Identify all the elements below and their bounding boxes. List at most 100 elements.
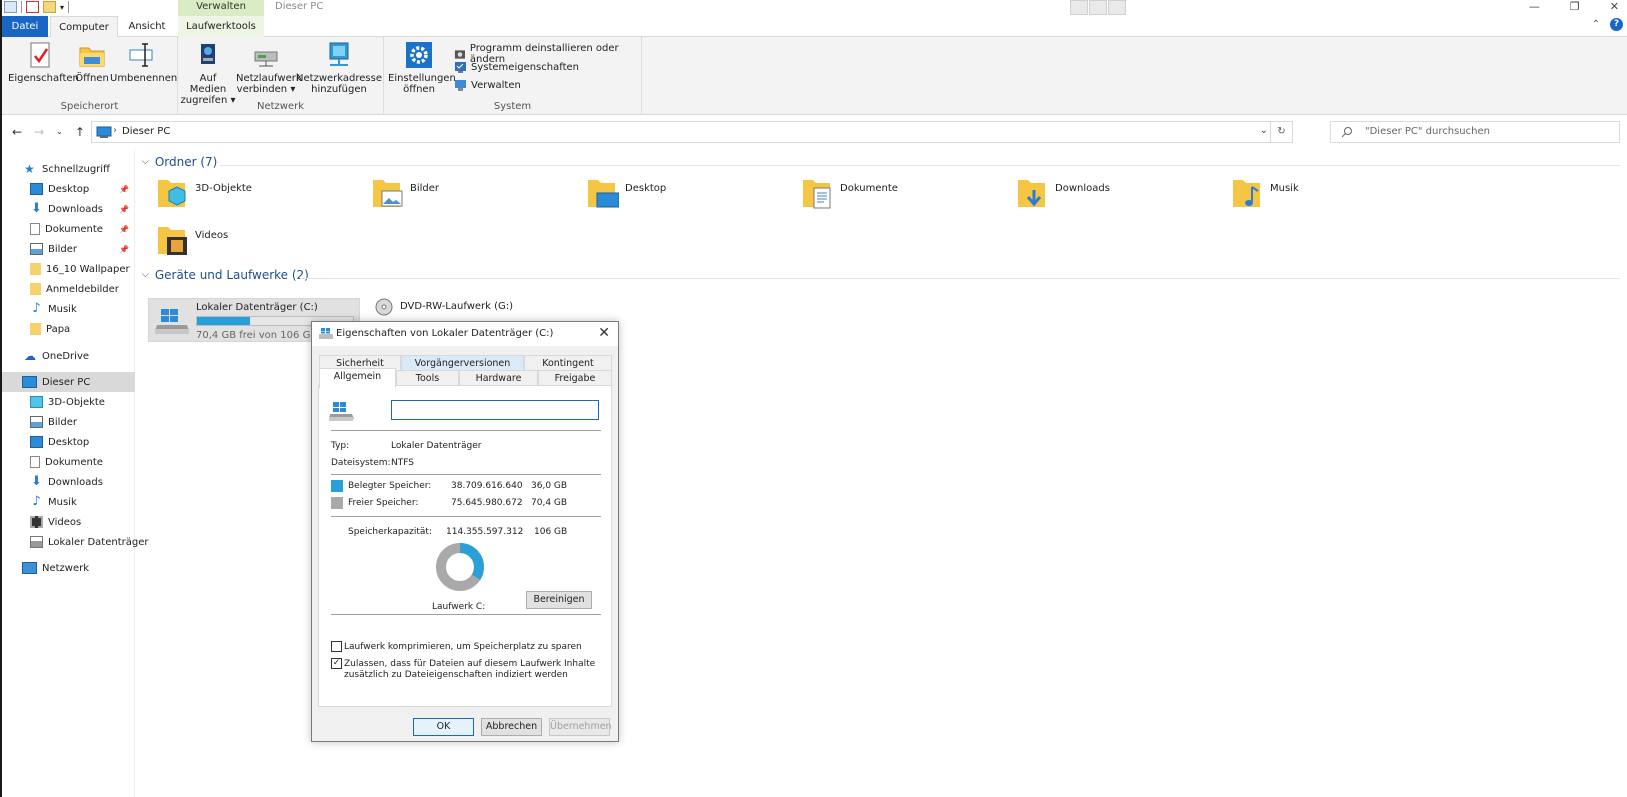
- music-note-icon: ♪: [32, 494, 41, 509]
- nav-label: Dieser PC: [42, 376, 91, 388]
- nav-label: Downloads: [48, 203, 103, 215]
- bereinigen-button[interactable]: Bereinigen: [526, 591, 592, 609]
- netzwerkadresse-button[interactable]: Netzwerkadresse hinzufügen: [296, 40, 382, 95]
- auf-medien-button[interactable]: Auf Medien zugreifen ▾: [180, 40, 236, 106]
- folder-musik[interactable]: Musik: [1215, 175, 1415, 219]
- folder-desktop[interactable]: Desktop: [570, 175, 770, 219]
- separator: [331, 430, 601, 431]
- nav-item-dieser-pc[interactable]: Dieser PC: [2, 372, 135, 392]
- nav-item-anmeldebilder[interactable]: Anmeldebilder: [2, 279, 135, 299]
- tab-ansicht[interactable]: Ansicht: [122, 16, 172, 37]
- back-arrow-icon[interactable]: ←: [12, 125, 22, 139]
- close-icon[interactable]: ✕: [598, 325, 610, 341]
- navigation-pane: ★ Schnellzugriff Desktop 📌 ⬇ Downloads 📌 Dok…: [2, 149, 149, 797]
- compress-checkbox[interactable]: [331, 641, 342, 652]
- recent-chevron-icon[interactable]: ⌄: [56, 125, 63, 139]
- ok-button[interactable]: OK: [413, 718, 474, 736]
- nav-item-papa[interactable]: Papa: [2, 319, 135, 339]
- pin-icon[interactable]: 📌: [119, 205, 129, 214]
- nav-item-onedrive[interactable]: ☁ OneDrive: [2, 346, 135, 366]
- expand-icon[interactable]: [1089, 0, 1107, 15]
- nav-item-dokumente[interactable]: Dokumente 📌: [2, 219, 135, 239]
- nav-item-schnellzugriff[interactable]: ★ Schnellzugriff: [2, 159, 135, 179]
- umbenennen-button[interactable]: Umbenennen: [110, 40, 177, 84]
- pin-icon[interactable]: 📌: [119, 185, 129, 194]
- tab-hardware[interactable]: Hardware: [459, 370, 538, 386]
- nav-item-bilder-pc[interactable]: Bilder: [2, 412, 135, 432]
- drive-dvd[interactable]: DVD-RW-Laufwerk (G:): [370, 298, 570, 318]
- dialog-title-bar[interactable]: Eigenschaften von Lokaler Datenträger (C…: [312, 322, 618, 346]
- tab-vorgaengerversionen[interactable]: Vorgängerversionen: [401, 355, 524, 371]
- nav-item-videos[interactable]: Videos: [2, 512, 135, 532]
- dvd-drive-icon: [375, 298, 393, 316]
- properties-icon: [30, 42, 50, 68]
- section-geraete[interactable]: ⌵ Geräte und Laufwerke (2): [142, 268, 309, 282]
- chevron-up-icon[interactable]: [1108, 0, 1126, 15]
- restore-icon[interactable]: ❐: [1570, 0, 1580, 13]
- folder-dokumente[interactable]: Dokumente: [785, 175, 985, 219]
- minimize-icon[interactable]: —: [1529, 0, 1540, 13]
- uebernehmen-button[interactable]: Übernehmen: [549, 718, 612, 736]
- einstellungen-button[interactable]: Einstellungen öffnen: [388, 40, 456, 95]
- properties-icon[interactable]: [26, 1, 39, 13]
- grid-icon[interactable]: [1070, 0, 1088, 15]
- nav-item-musik-pc[interactable]: ♪ Musik: [2, 492, 135, 512]
- drive-name-input[interactable]: [391, 400, 599, 420]
- up-arrow-icon[interactable]: ↑: [75, 125, 85, 139]
- navigation-buttons: ← → ⌄ ↑: [12, 125, 85, 139]
- tab-datei[interactable]: Datei: [2, 16, 48, 37]
- help-icon[interactable]: ?: [1610, 18, 1623, 31]
- index-checkbox[interactable]: ✓: [331, 658, 342, 669]
- nav-item-musik[interactable]: ♪ Musik: [2, 299, 135, 319]
- refresh-icon[interactable]: ↻: [1270, 122, 1292, 142]
- nav-item-lokaler-datentraeger[interactable]: Lokaler Datenträger: [2, 532, 149, 552]
- manage-icon: [455, 80, 466, 91]
- nav-item-3d-objekte[interactable]: 3D-Objekte: [2, 392, 135, 412]
- new-folder-icon[interactable]: [43, 1, 56, 13]
- verwalten-button[interactable]: Verwalten: [454, 79, 521, 92]
- tab-kontingent[interactable]: Kontingent: [524, 355, 612, 371]
- nav-item-desktop[interactable]: Desktop 📌: [2, 179, 135, 199]
- eigenschaften-button[interactable]: Eigenschaften: [8, 40, 79, 84]
- chevron-down-icon: ⌵: [142, 270, 149, 280]
- systemeigenschaften-button[interactable]: Systemeigenschaften: [454, 61, 579, 74]
- tab-laufwerktools[interactable]: Laufwerktools: [178, 16, 264, 37]
- netzlaufwerk-button[interactable]: Netzlaufwerk verbinden ▾: [236, 40, 302, 95]
- oeffnen-button[interactable]: Öffnen: [72, 40, 112, 84]
- folder-3d-objekte[interactable]: 3D-Objekte: [140, 175, 340, 219]
- properties-dialog: Eigenschaften von Lokaler Datenträger (C…: [311, 321, 619, 742]
- nav-item-wallpaper[interactable]: 16_10 Wallpaper: [2, 259, 135, 279]
- used-space-bytes: 38.709.616.640: [451, 481, 523, 491]
- customize-toolbar-icon[interactable]: ▾: [60, 3, 64, 12]
- search-input[interactable]: "Dieser PC" durchsuchen: [1330, 121, 1620, 143]
- netzwerkadresse-label-2: hinzufügen: [311, 84, 367, 95]
- nav-item-dokumente-pc[interactable]: Dokumente: [2, 452, 135, 472]
- folder-bilder[interactable]: Bilder: [355, 175, 555, 219]
- close-icon[interactable]: ✕: [1610, 0, 1619, 13]
- nav-label: Dokumente: [45, 456, 103, 468]
- computer-icon[interactable]: [4, 1, 17, 13]
- tab-freigabe[interactable]: Freigabe: [538, 370, 612, 386]
- folder-icon: [30, 323, 41, 335]
- pin-icon[interactable]: 📌: [119, 245, 129, 254]
- nav-item-downloads[interactable]: ⬇ Downloads 📌: [2, 199, 135, 219]
- nav-item-desktop-pc[interactable]: Desktop: [2, 432, 135, 452]
- nav-item-netzwerk[interactable]: Netzwerk: [2, 558, 135, 578]
- tab-allgemein[interactable]: Allgemein: [319, 368, 396, 388]
- tab-tools[interactable]: Tools: [396, 370, 459, 386]
- abbrechen-button[interactable]: Abbrechen: [481, 718, 542, 736]
- free-space-bytes: 75.645.980.672: [451, 498, 523, 508]
- section-ordner[interactable]: ⌵ Ordner (7): [142, 155, 217, 169]
- breadcrumb-dieser-pc[interactable]: Dieser PC: [122, 126, 170, 137]
- folder-videos[interactable]: Videos: [140, 222, 340, 266]
- collapse-ribbon-icon[interactable]: ⌃: [1592, 19, 1600, 30]
- address-bar[interactable]: › Dieser PC ⌄ ↻: [91, 121, 1293, 143]
- forward-arrow-icon[interactable]: →: [34, 125, 44, 139]
- address-dropdown-icon[interactable]: ⌄: [1260, 125, 1268, 136]
- tab-computer[interactable]: Computer: [50, 16, 118, 38]
- nav-label: Bilder: [48, 416, 78, 428]
- nav-item-downloads-pc[interactable]: ⬇ Downloads: [2, 472, 135, 492]
- pin-icon[interactable]: 📌: [119, 225, 129, 234]
- folder-downloads[interactable]: Downloads: [1000, 175, 1200, 219]
- nav-item-bilder[interactable]: Bilder 📌: [2, 239, 135, 259]
